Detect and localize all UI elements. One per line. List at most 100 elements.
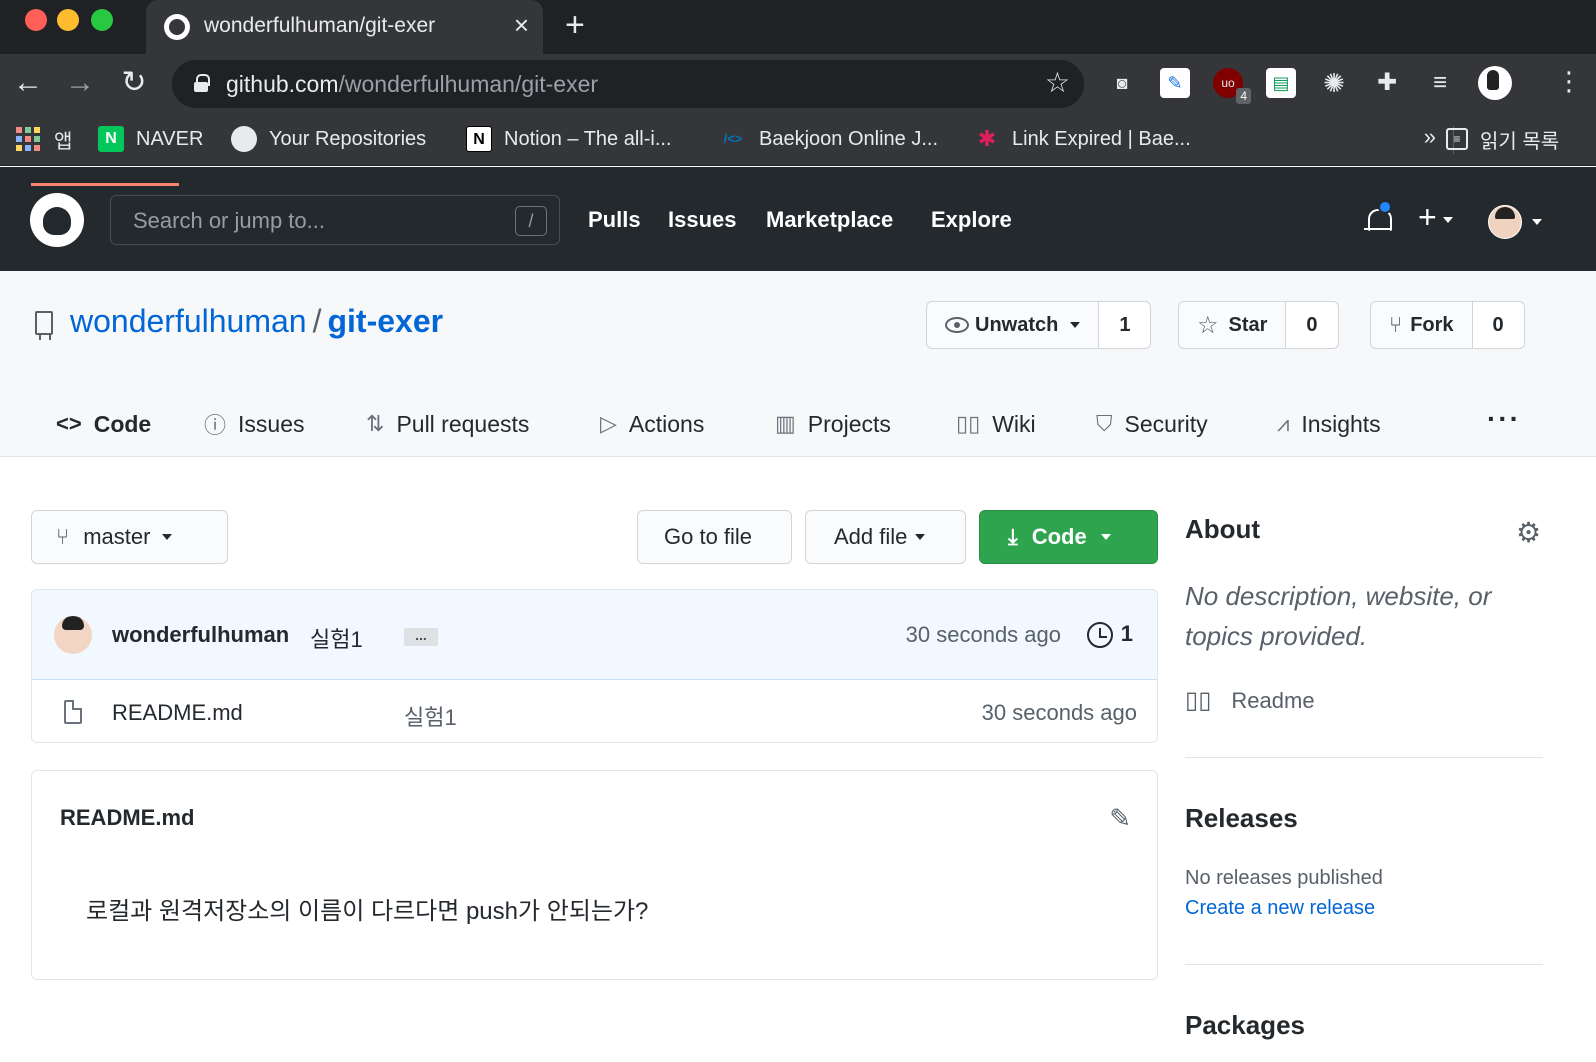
slash-shortcut-icon: /: [515, 206, 547, 236]
new-tab-button[interactable]: +: [565, 6, 585, 45]
fork-button[interactable]: ⑂ Fork: [1371, 302, 1473, 348]
close-tab-icon[interactable]: ×: [514, 10, 529, 41]
profile-avatar-icon[interactable]: [1478, 66, 1512, 100]
reload-button[interactable]: ↻: [116, 66, 152, 102]
tab-projects[interactable]: ▥ Projects: [775, 391, 891, 457]
go-to-file-button[interactable]: Go to file: [637, 510, 792, 564]
bookmark-apps[interactable]: 앱: [16, 124, 72, 154]
caret-down-icon: [1100, 534, 1111, 540]
add-file-button[interactable]: Add file: [805, 510, 966, 564]
star-icon: ☆: [1197, 311, 1219, 339]
file-commit-time: 30 seconds ago: [981, 700, 1137, 725]
forks-count[interactable]: 0: [1472, 302, 1524, 348]
minimize-window-button[interactable]: [57, 9, 79, 31]
more-tabs-icon[interactable]: ···: [1487, 403, 1521, 435]
user-avatar[interactable]: [1488, 205, 1522, 239]
tab-label: Security: [1124, 410, 1208, 437]
readme-sidebar-link[interactable]: ▯▯ Readme: [1185, 686, 1315, 715]
code-icon: <>: [56, 411, 82, 436]
settings-extension-icon[interactable]: ✺: [1319, 68, 1349, 98]
back-button[interactable]: ←: [10, 66, 46, 102]
eye-icon: [945, 317, 969, 333]
star-button[interactable]: ☆ Star: [1179, 302, 1287, 348]
camera-extension-icon[interactable]: ◙: [1107, 68, 1137, 98]
bookmark-slack[interactable]: ✱ Link Expired | Bae...: [974, 124, 1191, 154]
address-bar[interactable]: github.com/wonderfulhuman/git-exer ☆: [172, 60, 1084, 108]
releases-heading[interactable]: Releases: [1185, 803, 1298, 834]
unwatch-button[interactable]: Unwatch: [927, 302, 1100, 348]
packages-heading[interactable]: Packages: [1185, 1010, 1305, 1041]
book-icon: ▯▯: [1185, 687, 1212, 714]
reading-list-button[interactable]: ≡ 읽기 목록: [1446, 124, 1559, 154]
repo-owner-link[interactable]: wonderfulhuman: [70, 303, 307, 339]
nav-issues[interactable]: Issues: [668, 207, 737, 233]
pull-request-icon: ⇅: [366, 411, 385, 436]
fork-button-group: ⑂ Fork 0: [1370, 301, 1525, 349]
create-release-link[interactable]: Create a new release: [1185, 897, 1375, 920]
browser-menu-icon[interactable]: ⋮: [1556, 66, 1582, 97]
bookmark-baekjoon[interactable]: /<> Baekjoon Online J...: [719, 124, 938, 154]
edit-pencil-icon[interactable]: ✎: [1109, 803, 1131, 834]
bookmark-notion[interactable]: N Notion – The all-i...: [466, 124, 672, 154]
search-input[interactable]: Search or jump to... /: [110, 195, 560, 245]
extension-icon[interactable]: ✎: [1160, 68, 1190, 98]
file-commit-message-link[interactable]: 실험1: [404, 700, 457, 732]
browser-toolbar: ← → ↻ github.com/wonderfulhuman/git-exer…: [0, 54, 1596, 114]
tab-wiki[interactable]: ▯▯ Wiki: [956, 391, 1036, 457]
star-button-group: ☆ Star 0: [1178, 301, 1339, 349]
commit-time[interactable]: 30 seconds ago: [906, 622, 1061, 648]
avatar-caret-down-icon[interactable]: [1532, 219, 1542, 225]
tab-pull-requests[interactable]: ⇅ Pull requests: [366, 391, 529, 457]
tab-title: wonderfulhuman/git-exer: [204, 14, 436, 37]
branch-label: master: [83, 524, 151, 549]
project-icon: ▥: [775, 411, 796, 436]
tab-security[interactable]: ⛉ Security: [1096, 391, 1208, 457]
ublock-extension-icon[interactable]: uo 4: [1213, 68, 1251, 104]
repo-icon: [35, 311, 53, 340]
issue-icon: ⓘ: [204, 413, 227, 438]
repo-name-link[interactable]: git-exer: [327, 303, 443, 339]
expand-commit-button[interactable]: ...: [404, 628, 438, 646]
github-logo-icon[interactable]: [30, 193, 84, 247]
tab-label: Insights: [1301, 410, 1381, 437]
nav-explore[interactable]: Explore: [931, 207, 1012, 233]
url-text[interactable]: github.com/wonderfulhuman/git-exer: [226, 71, 598, 98]
play-icon: ▷: [600, 411, 617, 436]
readme-title[interactable]: README.md: [60, 805, 194, 831]
avatar[interactable]: [54, 616, 92, 654]
tab-label: Pull requests: [396, 410, 530, 437]
forward-button[interactable]: →: [62, 66, 98, 102]
bookmark-star-icon[interactable]: ☆: [1045, 66, 1070, 99]
caret-down-icon: [1442, 216, 1453, 223]
commit-author-link[interactable]: wonderfulhuman: [112, 622, 289, 648]
nav-pulls[interactable]: Pulls: [588, 207, 641, 233]
create-new-button[interactable]: +: [1418, 199, 1453, 236]
history-icon[interactable]: [1087, 622, 1113, 648]
star-label: Star: [1228, 313, 1268, 336]
commit-message-link[interactable]: 실험1: [310, 622, 363, 654]
maximize-window-button[interactable]: [91, 9, 113, 31]
tab-code[interactable]: <> Code: [56, 391, 151, 457]
file-name-link[interactable]: README.md: [112, 700, 243, 726]
nav-marketplace[interactable]: Marketplace: [766, 207, 893, 233]
media-control-icon[interactable]: ≡: [1425, 68, 1455, 98]
more-bookmarks-icon[interactable]: »: [1424, 124, 1436, 150]
close-window-button[interactable]: [25, 9, 47, 31]
tab-actions[interactable]: ▷ Actions: [600, 391, 704, 457]
code-download-button[interactable]: ⤓ Code: [979, 510, 1158, 564]
tab-issues[interactable]: ⓘ Issues: [204, 391, 305, 457]
stargazers-count[interactable]: 0: [1286, 302, 1338, 348]
gear-icon[interactable]: ⚙: [1516, 516, 1541, 549]
bookmark-naver[interactable]: N NAVER: [98, 124, 203, 154]
commit-count[interactable]: 1: [1121, 621, 1133, 647]
unwatch-label: Unwatch: [975, 313, 1059, 336]
watchers-count[interactable]: 1: [1099, 302, 1151, 348]
extension-badge: 4: [1236, 88, 1251, 104]
bookmark-your-repositories[interactable]: Your Repositories: [231, 124, 426, 154]
sheets-extension-icon[interactable]: ▤: [1266, 68, 1296, 98]
tab-insights[interactable]: ⩘ Insights: [1277, 391, 1381, 457]
puzzle-extensions-icon[interactable]: ✚: [1372, 68, 1402, 98]
branch-select-button[interactable]: ⑂ master: [31, 510, 228, 564]
tab-label: Projects: [807, 410, 891, 437]
browser-tab[interactable]: wonderfulhuman/git-exer ×: [146, 0, 543, 54]
